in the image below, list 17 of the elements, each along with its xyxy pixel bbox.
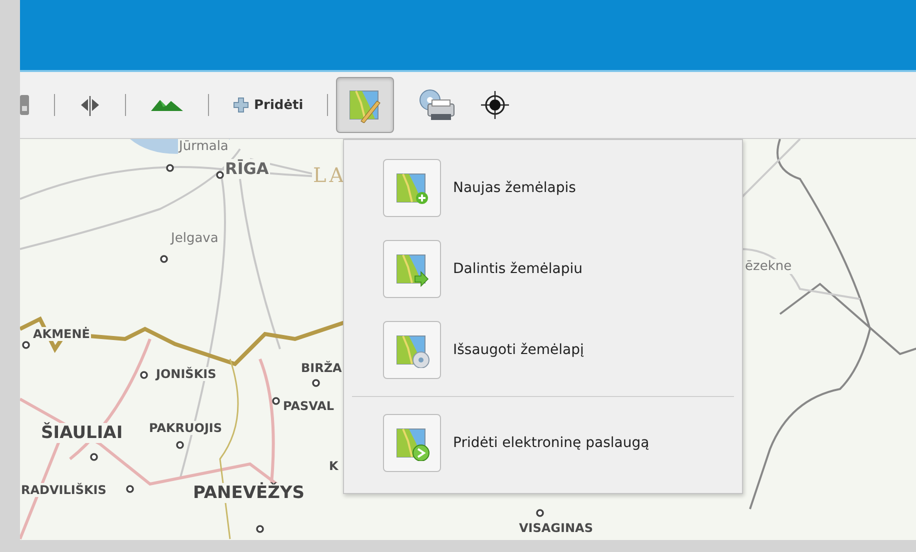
map-label: Jūrmala — [178, 139, 230, 154]
map-label: RADVILIŠKIS — [20, 483, 108, 497]
map-label: AKMENĖ — [32, 327, 91, 341]
map-label: PANEVĖŽYS — [192, 483, 306, 503]
map-label: VISAGINAS — [518, 521, 594, 535]
add-button[interactable]: Pridėti — [233, 97, 304, 113]
map-label: Jelgava — [170, 231, 220, 246]
map-label: PAKRUOJIS — [148, 421, 224, 435]
map-label: K — [328, 459, 340, 473]
map-label: BIRŽA — [300, 361, 343, 375]
map-label: PASVAL — [282, 399, 336, 413]
menu-item[interactable]: Pridėti elektroninę paslaugą — [344, 413, 742, 473]
map-label: ŠIAULIAI — [40, 423, 124, 443]
map-label: JONIŠKIS — [155, 367, 218, 381]
menu-item[interactable]: Dalintis žemėlapiu — [344, 239, 742, 299]
map-label: ēzekne — [744, 259, 793, 274]
menu-item[interactable]: Išsaugoti žemėlapį — [344, 320, 742, 380]
